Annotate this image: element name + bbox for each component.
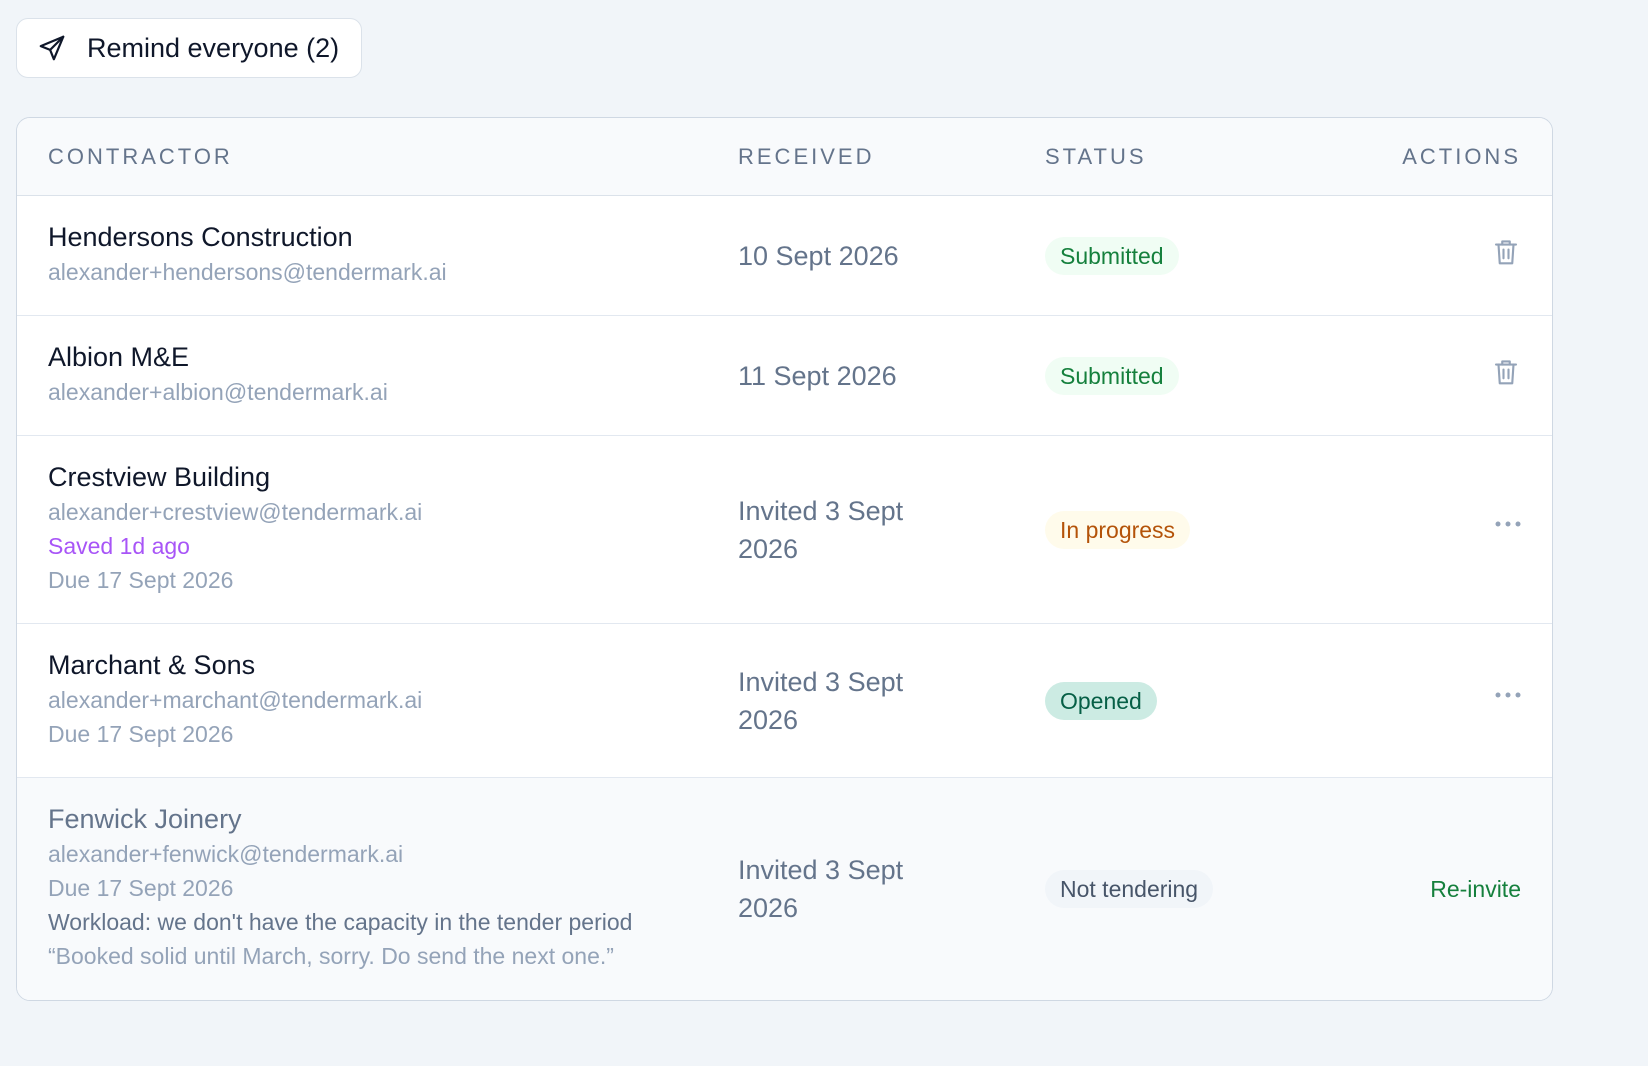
received-date: Invited 3 Sept 2026 xyxy=(738,496,904,564)
due-date: Due 17 Sept 2026 xyxy=(48,721,234,748)
actions-cell xyxy=(1491,356,1521,388)
table-header: CONTRACTOR RECEIVED STATUS ACTIONS xyxy=(17,118,1552,196)
table-row: Crestview Building alexander+crestview@t… xyxy=(17,436,1552,624)
received-cell: 10 Sept 2026 xyxy=(738,237,938,275)
actions-cell: Re-invite xyxy=(1430,876,1521,903)
contractor-email: alexander+albion@tendermark.ai xyxy=(48,379,388,406)
reinvite-link[interactable]: Re-invite xyxy=(1430,876,1521,902)
contractor-email: alexander+hendersons@tendermark.ai xyxy=(48,259,447,286)
contractor-name: Albion M&E xyxy=(48,342,190,372)
received-date: 10 Sept 2026 xyxy=(738,241,899,271)
contractor-name: Marchant & Sons xyxy=(48,650,256,680)
table-row: Hendersons Construction alexander+hender… xyxy=(17,196,1552,316)
status-cell: Opened xyxy=(1045,682,1157,720)
received-date: Invited 3 Sept 2026 xyxy=(738,855,904,923)
received-date: 11 Sept 2026 xyxy=(738,361,897,391)
actions-cell xyxy=(1495,691,1521,699)
header-status: STATUS xyxy=(1045,144,1147,169)
due-date: Due 17 Sept 2026 xyxy=(48,875,234,902)
more-icon[interactable] xyxy=(1495,691,1521,699)
received-date: Invited 3 Sept 2026 xyxy=(738,667,904,735)
table-row: Albion M&E alexander+albion@tendermark.a… xyxy=(17,316,1552,436)
status-badge: Submitted xyxy=(1045,237,1179,275)
status-badge: Opened xyxy=(1045,682,1157,720)
remind-everyone-label: Remind everyone (2) xyxy=(87,32,340,63)
decline-quote: “Booked solid until March, sorry. Do sen… xyxy=(48,943,614,970)
due-date: Due 17 Sept 2026 xyxy=(48,567,234,594)
remind-everyone-button[interactable]: Remind everyone (2) xyxy=(16,18,363,78)
send-icon xyxy=(37,33,67,63)
contractor-email: alexander+marchant@tendermark.ai xyxy=(48,687,423,714)
contractor-email: alexander+crestview@tendermark.ai xyxy=(48,499,423,526)
contractor-cell: Hendersons Construction alexander+hender… xyxy=(48,220,447,289)
status-cell: In progress xyxy=(1045,511,1191,549)
contractor-cell: Crestview Building alexander+crestview@t… xyxy=(48,460,422,597)
received-cell: Invited 3 Sept 2026 xyxy=(738,492,938,568)
actions-cell xyxy=(1491,236,1521,268)
contractor-email: alexander+fenwick@tendermark.ai xyxy=(48,841,404,868)
saved-status: Saved 1d ago xyxy=(48,533,190,560)
contractor-name: Crestview Building xyxy=(48,462,271,492)
table-row: Marchant & Sons alexander+marchant@tende… xyxy=(17,624,1552,778)
contractor-name: Fenwick Joinery xyxy=(48,804,242,834)
trash-icon[interactable] xyxy=(1491,236,1521,268)
contractor-cell: Fenwick Joinery alexander+fenwick@tender… xyxy=(48,802,632,973)
decline-reason: Workload: we don't have the capacity in … xyxy=(48,909,633,936)
header-contractor: CONTRACTOR xyxy=(48,144,233,169)
header-received: RECEIVED xyxy=(738,144,875,169)
status-badge: Not tendering xyxy=(1045,870,1214,908)
received-cell: Invited 3 Sept 2026 xyxy=(738,663,938,739)
actions-cell xyxy=(1495,520,1521,528)
more-icon[interactable] xyxy=(1495,520,1521,528)
contractor-name: Hendersons Construction xyxy=(48,222,353,252)
trash-icon[interactable] xyxy=(1491,356,1521,388)
header-actions: ACTIONS xyxy=(1402,144,1521,169)
contractor-cell: Marchant & Sons alexander+marchant@tende… xyxy=(48,648,422,751)
received-cell: 11 Sept 2026 xyxy=(738,357,938,395)
status-badge: Submitted xyxy=(1045,357,1179,395)
status-badge: In progress xyxy=(1045,511,1191,549)
status-cell: Submitted xyxy=(1045,357,1179,395)
status-cell: Not tendering xyxy=(1045,870,1214,908)
contractor-cell: Albion M&E alexander+albion@tendermark.a… xyxy=(48,340,388,409)
table-row: Fenwick Joinery alexander+fenwick@tender… xyxy=(17,778,1552,1000)
status-cell: Submitted xyxy=(1045,237,1179,275)
received-cell: Invited 3 Sept 2026 xyxy=(738,851,938,927)
contractors-table: CONTRACTOR RECEIVED STATUS ACTIONS Hende… xyxy=(16,117,1553,1001)
